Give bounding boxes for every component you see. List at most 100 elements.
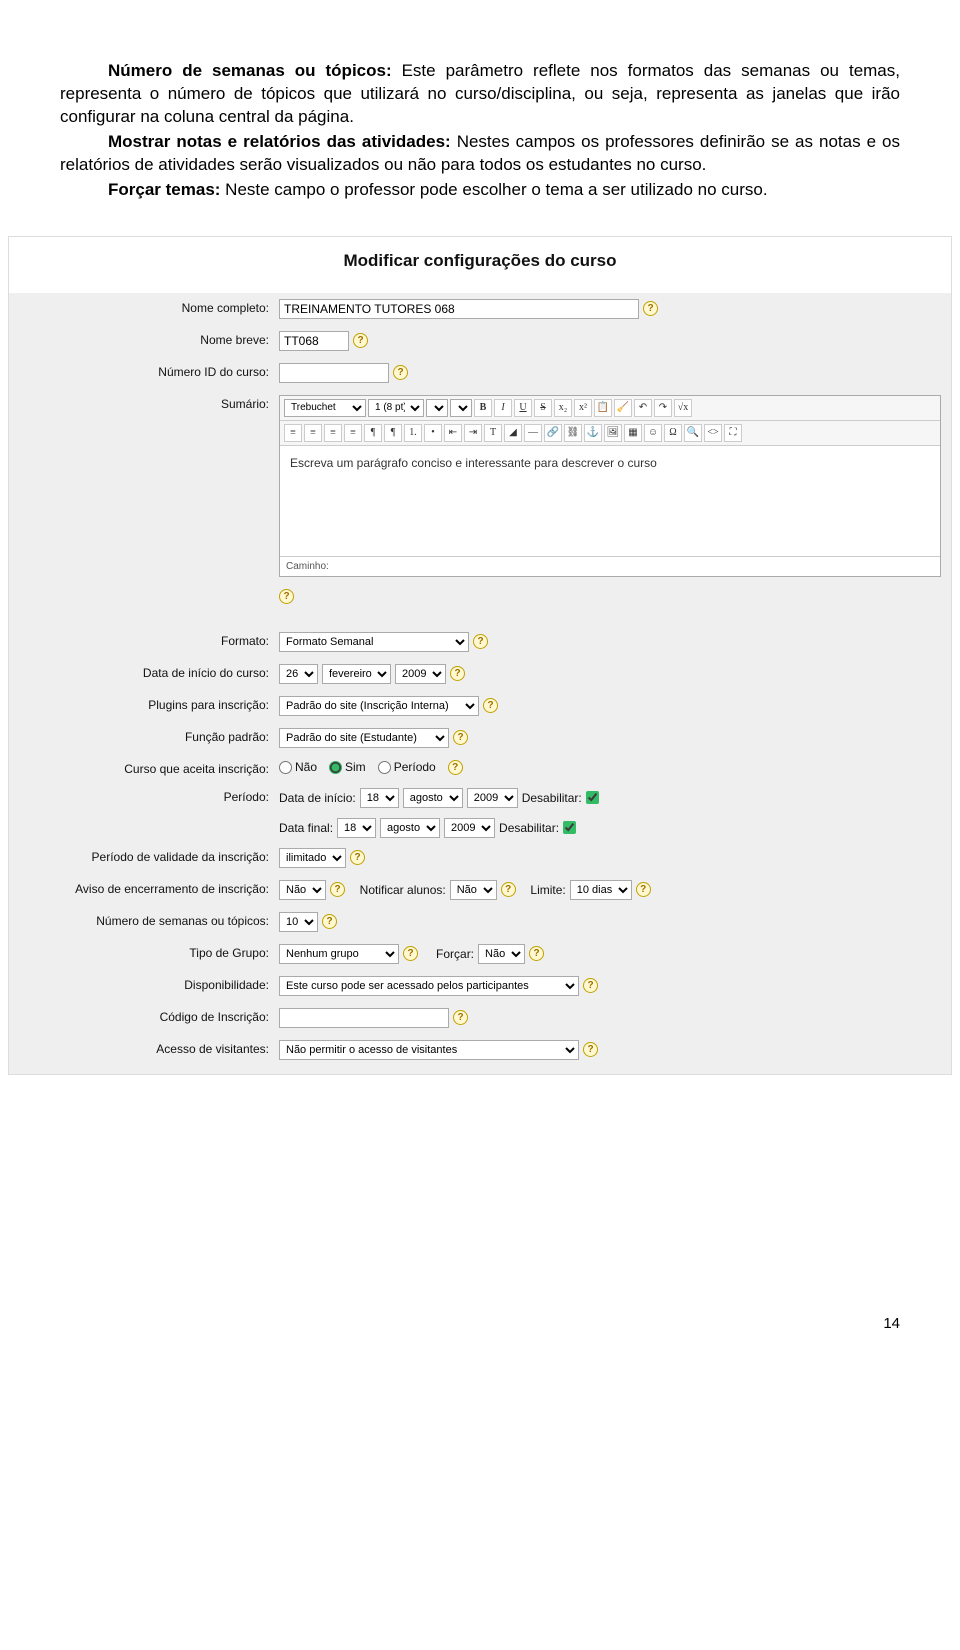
row-aviso-enc: Aviso de encerramento de inscrição: Não … — [9, 874, 951, 906]
editor-body[interactable]: Escreva um parágrafo conciso e interessa… — [280, 446, 940, 556]
font-select[interactable]: Trebuchet — [284, 399, 366, 417]
help-icon[interactable]: ? — [393, 365, 408, 380]
undo-icon[interactable]: ↶ — [634, 399, 652, 417]
char-icon[interactable]: Ω — [664, 424, 682, 442]
help-icon[interactable]: ? — [330, 882, 345, 897]
align-center-icon[interactable]: ≡ — [304, 424, 322, 442]
help-icon[interactable]: ? — [403, 946, 418, 961]
help-icon[interactable]: ? — [450, 666, 465, 681]
label-validade: Período de validade da inscrição: — [19, 848, 279, 864]
search-icon[interactable]: 🔍 — [684, 424, 702, 442]
help-icon[interactable]: ? — [501, 882, 516, 897]
help-icon[interactable]: ? — [483, 698, 498, 713]
underline-icon[interactable]: U — [514, 399, 532, 417]
select-notificar[interactable]: Não — [450, 880, 497, 900]
select-num-semanas[interactable]: 10 — [279, 912, 318, 932]
anchor-icon[interactable]: ⚓ — [584, 424, 602, 442]
fontsize-select[interactable]: 1 (8 pt) — [368, 399, 424, 417]
help-icon[interactable]: ? — [353, 333, 368, 348]
rtl-icon[interactable]: ¶ — [384, 424, 402, 442]
help-icon[interactable]: ? — [279, 589, 294, 604]
redo-icon[interactable]: ↷ — [654, 399, 672, 417]
smiley-icon[interactable]: ☺ — [644, 424, 662, 442]
outdent-icon[interactable]: ⇤ — [444, 424, 462, 442]
label-acesso-vis: Acesso de visitantes: — [19, 1040, 279, 1056]
help-icon[interactable]: ? — [473, 634, 488, 649]
radio-sim[interactable] — [329, 761, 342, 774]
row-numero-id: Número ID do curso: ? — [9, 357, 951, 389]
radio-periodo[interactable] — [378, 761, 391, 774]
align-justify-icon[interactable]: ≡ — [344, 424, 362, 442]
select-p-ano[interactable]: 2009 — [467, 788, 518, 808]
style-select[interactable] — [426, 399, 448, 417]
image-icon[interactable]: 🖼 — [604, 424, 622, 442]
select-pf-ano[interactable]: 2009 — [444, 818, 495, 838]
p3-rest: Neste campo o professor pode escolher o … — [225, 180, 767, 199]
superscript-icon[interactable]: x² — [574, 399, 592, 417]
input-numero-id[interactable] — [279, 363, 389, 383]
clean-icon[interactable]: 🧹 — [614, 399, 632, 417]
select-p-mes[interactable]: agosto — [403, 788, 463, 808]
help-icon[interactable]: ? — [636, 882, 651, 897]
help-icon[interactable]: ? — [448, 760, 463, 775]
select-tipo-grupo[interactable]: Nenhum grupo — [279, 944, 399, 964]
link-icon[interactable]: 🔗 — [544, 424, 562, 442]
help-icon[interactable]: ? — [453, 1010, 468, 1025]
help-icon[interactable]: ? — [643, 301, 658, 316]
select-dia[interactable]: 26 — [279, 664, 318, 684]
label-periodo: Período: — [19, 788, 279, 804]
italic-icon[interactable]: I — [494, 399, 512, 417]
select-acesso-vis[interactable]: Não permitir o acesso de visitantes — [279, 1040, 579, 1060]
checkbox-desabilitar-final[interactable] — [563, 821, 576, 834]
select-ano[interactable]: 2009 — [395, 664, 446, 684]
formula-icon[interactable]: √x — [674, 399, 692, 417]
list-ul-icon[interactable]: • — [424, 424, 442, 442]
help-icon[interactable]: ? — [583, 1042, 598, 1057]
checkbox-desabilitar-inicio[interactable] — [586, 791, 599, 804]
row-validade: Período de validade da inscrição: ilimit… — [9, 842, 951, 874]
row-num-semanas: Número de semanas ou tópicos: 10 ? — [9, 906, 951, 938]
ltr-icon[interactable]: ¶ — [364, 424, 382, 442]
desabilitar-label: Desabilitar: — [522, 791, 582, 805]
subscript-icon[interactable]: x₂ — [554, 399, 572, 417]
help-icon[interactable]: ? — [529, 946, 544, 961]
select-mes[interactable]: fevereiro — [322, 664, 391, 684]
radio-nao[interactable] — [279, 761, 292, 774]
hr-icon[interactable]: — — [524, 424, 542, 442]
select-pf-dia[interactable]: 18 — [337, 818, 376, 838]
bold-icon[interactable]: B — [474, 399, 492, 417]
html-icon[interactable]: <> — [704, 424, 722, 442]
select-validade[interactable]: ilimitado — [279, 848, 346, 868]
input-nome-breve[interactable] — [279, 331, 349, 351]
unlink-icon[interactable]: ⛓ — [564, 424, 582, 442]
help-icon[interactable]: ? — [350, 850, 365, 865]
align-right-icon[interactable]: ≡ — [324, 424, 342, 442]
select-plugins[interactable]: Padrão do site (Inscrição Interna) — [279, 696, 479, 716]
select-aviso[interactable]: Não — [279, 880, 326, 900]
select-limite[interactable]: 10 dias — [570, 880, 632, 900]
list-ol-icon[interactable]: 1. — [404, 424, 422, 442]
input-nome-completo[interactable] — [279, 299, 639, 319]
editor-toolbar-2: ≡ ≡ ≡ ≡ ¶ ¶ 1. • ⇤ ⇥ T ◢ — 🔗 ⛓ ⚓ 🖼 ▦ ☺ Ω — [280, 421, 940, 446]
desabilitar-label-2: Desabilitar: — [499, 821, 559, 835]
table-icon[interactable]: ▦ — [624, 424, 642, 442]
select-formato[interactable]: Formato Semanal — [279, 632, 469, 652]
backcolor-icon[interactable]: ◢ — [504, 424, 522, 442]
lang-select[interactable] — [450, 399, 472, 417]
indent-icon[interactable]: ⇥ — [464, 424, 482, 442]
input-codigo-insc[interactable] — [279, 1008, 449, 1028]
help-icon[interactable]: ? — [322, 914, 337, 929]
help-icon[interactable]: ? — [453, 730, 468, 745]
align-left-icon[interactable]: ≡ — [284, 424, 302, 442]
select-forcar[interactable]: Não — [478, 944, 525, 964]
select-p-dia[interactable]: 18 — [360, 788, 399, 808]
p3-bold: Forçar temas: — [108, 180, 225, 199]
select-disponibilidade[interactable]: Este curso pode ser acessado pelos parti… — [279, 976, 579, 996]
select-pf-mes[interactable]: agosto — [380, 818, 440, 838]
forecolor-icon[interactable]: T — [484, 424, 502, 442]
copy-icon[interactable]: 📋 — [594, 399, 612, 417]
fullscreen-icon[interactable]: ⛶ — [724, 424, 742, 442]
strike-icon[interactable]: S — [534, 399, 552, 417]
help-icon[interactable]: ? — [583, 978, 598, 993]
select-funcao[interactable]: Padrão do site (Estudante) — [279, 728, 449, 748]
